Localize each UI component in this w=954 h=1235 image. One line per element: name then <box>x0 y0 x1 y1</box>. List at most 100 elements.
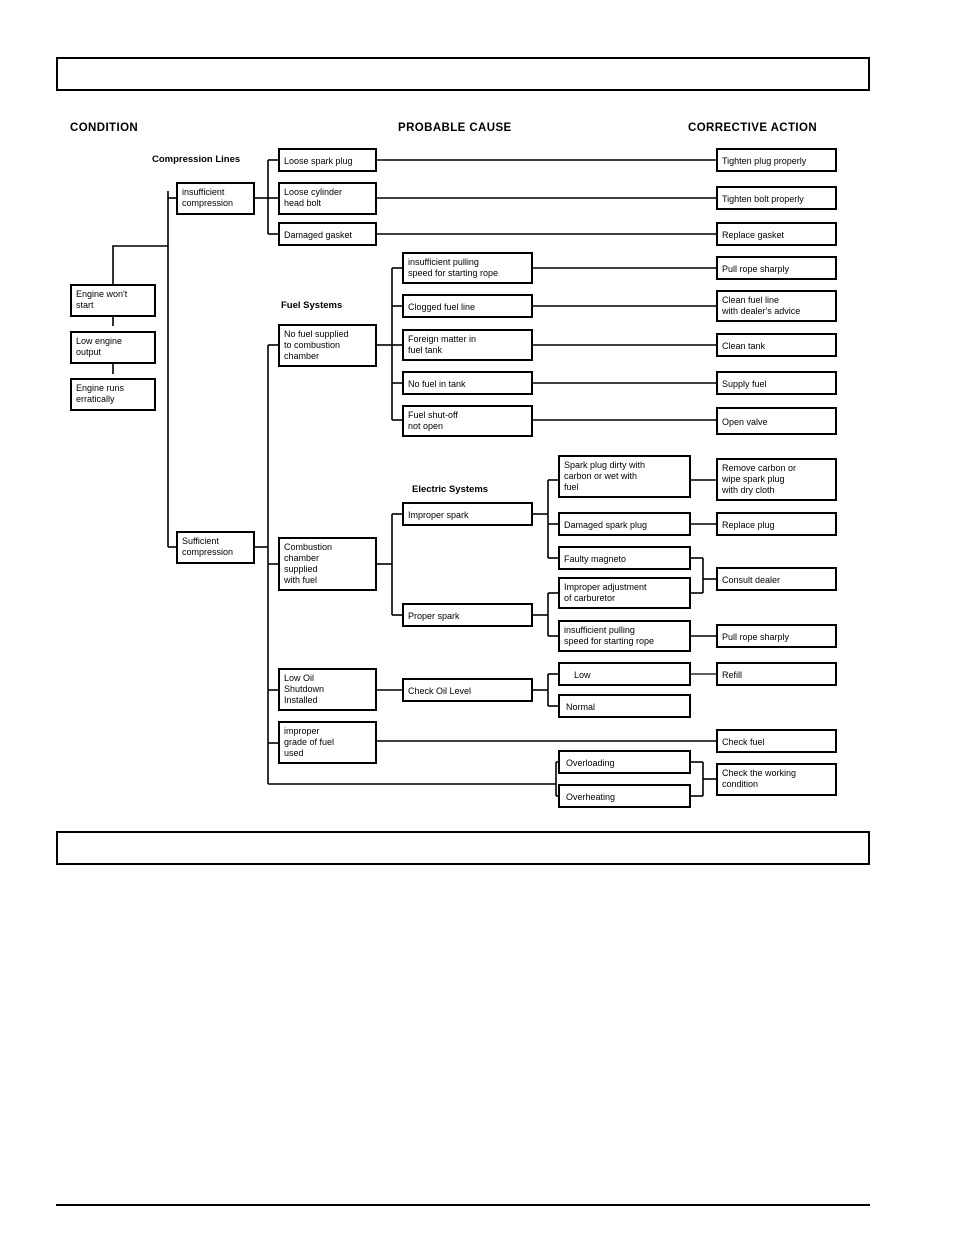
cause-box-low-oil-shutdown-installed[interactable]: Low Oil Shutdown Installed <box>278 668 377 711</box>
cause-box-spark-plug-dirty-line-0: Spark plug dirty with <box>564 460 645 470</box>
action-box-tighten-bolt-properly[interactable]: Tighten bolt properly <box>716 186 837 210</box>
action-box-replace-plug-line-0: Replace plug <box>722 520 775 530</box>
cause-box-insufficient-pulling-speed-2-line-0: insufficient pulling <box>564 625 635 635</box>
cause-box-combustion-chamber-line-1: chamber <box>284 553 319 563</box>
cause-box-insufficient-pulling-speed-2[interactable]: insufficient pulling speed for starting … <box>558 620 691 652</box>
cause-box-improper-spark[interactable]: Improper spark <box>402 502 533 526</box>
cause-box-oil-low-line-0: Low <box>574 670 591 680</box>
action-box-replace-gasket-line-0: Replace gasket <box>722 230 785 240</box>
cause-box-no-fuel-supplied-line-1: to combustion <box>284 340 340 350</box>
cause-box-insufficient-pulling-speed-1-line-1: speed for starting rope <box>408 268 498 278</box>
cause-box-damaged-gasket[interactable]: Damaged gasket <box>278 222 377 246</box>
condition-box-low-engine-output[interactable]: Low engine output <box>70 331 156 364</box>
group-label-electric-systems: Electric Systems <box>412 484 488 495</box>
cause-box-oil-normal[interactable]: Normal <box>558 694 691 718</box>
cause-box-combustion-chamber-supplied-with-fuel[interactable]: Combustion chamber supplied with fuel <box>278 537 377 591</box>
action-box-pull-rope-sharply-2[interactable]: Pull rope sharply <box>716 624 837 648</box>
action-box-tighten-bolt-properly-line-0: Tighten bolt properly <box>722 194 804 204</box>
cause-box-check-oil-level-line-0: Check Oil Level <box>408 686 471 696</box>
cause-box-proper-spark[interactable]: Proper spark <box>402 603 533 627</box>
cause-box-combustion-chamber-line-3: with fuel <box>283 575 317 585</box>
cause-box-improper-spark-line-0: Improper spark <box>408 510 469 520</box>
column-header-corrective-action: CORRECTIVE ACTION <box>688 122 817 134</box>
condition-box-low-engine-output-line-1: output <box>76 347 102 357</box>
cause-box-improper-adjustment-line-1: of carburetor <box>564 593 615 603</box>
cause-box-fuel-shutoff-not-open-line-0: Fuel shut-off <box>408 410 458 420</box>
cause-box-combustion-chamber-line-2: supplied <box>284 564 318 574</box>
cause-box-loose-cylinder-head-bolt-line-1: head bolt <box>284 198 322 208</box>
branch-box-sufficient-compression[interactable]: Sufficient compression <box>176 531 255 564</box>
cause-box-spark-plug-dirty[interactable]: Spark plug dirty with carbon or wet with… <box>558 455 691 498</box>
cause-box-check-oil-level[interactable]: Check Oil Level <box>402 678 533 702</box>
action-box-supply-fuel-line-0: Supply fuel <box>722 379 767 389</box>
action-box-pull-rope-sharply-1[interactable]: Pull rope sharply <box>716 256 837 280</box>
condition-box-engine-wont-start-line-1: start <box>76 300 94 310</box>
page-canvas: CONDITION PROBABLE CAUSE CORRECTIVE ACTI… <box>0 0 954 1235</box>
cause-box-improper-grade-line-2: used <box>284 748 304 758</box>
action-box-check-the-working-condition-line-1: condition <box>722 779 758 789</box>
condition-box-engine-runs-erratically-line-1: erratically <box>76 394 115 404</box>
cause-box-insufficient-pulling-speed-1[interactable]: insufficient pulling speed for starting … <box>402 252 533 284</box>
cause-box-improper-grade-of-fuel-used[interactable]: improper grade of fuel used <box>278 721 377 764</box>
cause-box-overheating[interactable]: Overheating <box>558 784 691 808</box>
action-box-clean-tank[interactable]: Clean tank <box>716 333 837 357</box>
condition-box-engine-runs-erratically-line-0: Engine runs <box>76 383 125 393</box>
cause-box-loose-spark-plug[interactable]: Loose spark plug <box>278 148 377 172</box>
action-box-remove-carbon[interactable]: Remove carbon or wipe spark plug with dr… <box>716 458 837 501</box>
branch-box-sufficient-compression-line-1: compression <box>182 547 233 557</box>
action-box-check-fuel[interactable]: Check fuel <box>716 729 837 753</box>
cause-box-oil-low[interactable]: Low <box>558 662 691 686</box>
cause-box-oil-normal-line-0: Normal <box>566 702 595 712</box>
cause-box-loose-spark-plug-line-0: Loose spark plug <box>284 156 353 166</box>
cause-box-damaged-gasket-line-0: Damaged gasket <box>284 230 353 240</box>
action-box-replace-gasket[interactable]: Replace gasket <box>716 222 837 246</box>
cause-box-proper-spark-line-0: Proper spark <box>408 611 460 621</box>
action-box-replace-plug[interactable]: Replace plug <box>716 512 837 536</box>
action-box-pull-rope-sharply-2-line-0: Pull rope sharply <box>722 632 790 642</box>
branch-box-sufficient-compression-line-0: Sufficient <box>182 536 219 546</box>
action-box-refill-line-0: Refill <box>722 670 742 680</box>
cause-box-damaged-spark-plug[interactable]: Damaged spark plug <box>558 512 691 536</box>
cause-box-faulty-magneto[interactable]: Faulty magneto <box>558 546 691 570</box>
page-bottom-rule <box>56 1204 870 1206</box>
action-box-clean-tank-line-0: Clean tank <box>722 341 766 351</box>
cause-box-combustion-chamber-line-0: Combustion <box>284 542 332 552</box>
cause-box-improper-adjustment-of-carburetor[interactable]: Improper adjustment of carburetor <box>558 577 691 609</box>
cause-box-insufficient-pulling-speed-1-line-0: insufficient pulling <box>408 257 479 267</box>
condition-box-engine-wont-start-line-0: Engine won't <box>76 289 128 299</box>
cause-box-clogged-fuel-line-line-0: Clogged fuel line <box>408 302 475 312</box>
condition-box-engine-runs-erratically[interactable]: Engine runs erratically <box>70 378 156 411</box>
cause-box-foreign-matter-in-fuel-tank[interactable]: Foreign matter in fuel tank <box>402 329 533 361</box>
cause-box-fuel-shutoff-not-open-line-1: not open <box>408 421 443 431</box>
branch-box-insufficient-compression-line-0: insufficient <box>182 187 225 197</box>
cause-box-damaged-spark-plug-line-0: Damaged spark plug <box>564 520 647 530</box>
cause-box-no-fuel-in-tank[interactable]: No fuel in tank <box>402 371 533 395</box>
action-box-consult-dealer-line-0: Consult dealer <box>722 575 780 585</box>
cause-box-foreign-matter-in-fuel-tank-line-1: fuel tank <box>408 345 443 355</box>
cause-box-no-fuel-supplied-line-0: No fuel supplied <box>284 329 349 339</box>
group-label-compression-lines: Compression Lines <box>152 154 240 165</box>
action-box-check-the-working-condition[interactable]: Check the working condition <box>716 763 837 796</box>
action-box-tighten-plug-properly[interactable]: Tighten plug properly <box>716 148 837 172</box>
action-box-remove-carbon-line-2: with dry cloth <box>721 485 775 495</box>
condition-box-engine-wont-start[interactable]: Engine won't start <box>70 284 156 317</box>
action-box-refill[interactable]: Refill <box>716 662 837 686</box>
cause-box-low-oil-shutdown-line-0: Low Oil <box>284 673 314 683</box>
branch-box-insufficient-compression[interactable]: insufficient compression <box>176 182 255 215</box>
action-box-open-valve[interactable]: Open valve <box>716 407 837 435</box>
cause-box-clogged-fuel-line[interactable]: Clogged fuel line <box>402 294 533 318</box>
cause-box-overloading[interactable]: Overloading <box>558 750 691 774</box>
cause-box-loose-cylinder-head-bolt-line-0: Loose cylinder <box>284 187 342 197</box>
action-box-clean-fuel-line[interactable]: Clean fuel line with dealer's advice <box>716 290 837 322</box>
action-box-pull-rope-sharply-1-line-0: Pull rope sharply <box>722 264 790 274</box>
cause-box-no-fuel-supplied[interactable]: No fuel supplied to combustion chamber <box>278 324 377 367</box>
cause-box-no-fuel-supplied-line-2: chamber <box>284 351 319 361</box>
action-box-clean-fuel-line-line-1: with dealer's advice <box>721 306 800 316</box>
cause-box-fuel-shutoff-not-open[interactable]: Fuel shut-off not open <box>402 405 533 437</box>
footer-banner <box>56 831 870 865</box>
action-box-supply-fuel[interactable]: Supply fuel <box>716 371 837 395</box>
action-box-check-the-working-condition-line-0: Check the working <box>722 768 796 778</box>
action-box-consult-dealer[interactable]: Consult dealer <box>716 567 837 591</box>
cause-box-loose-cylinder-head-bolt[interactable]: Loose cylinder head bolt <box>278 182 377 215</box>
cause-box-faulty-magneto-line-0: Faulty magneto <box>564 554 626 564</box>
